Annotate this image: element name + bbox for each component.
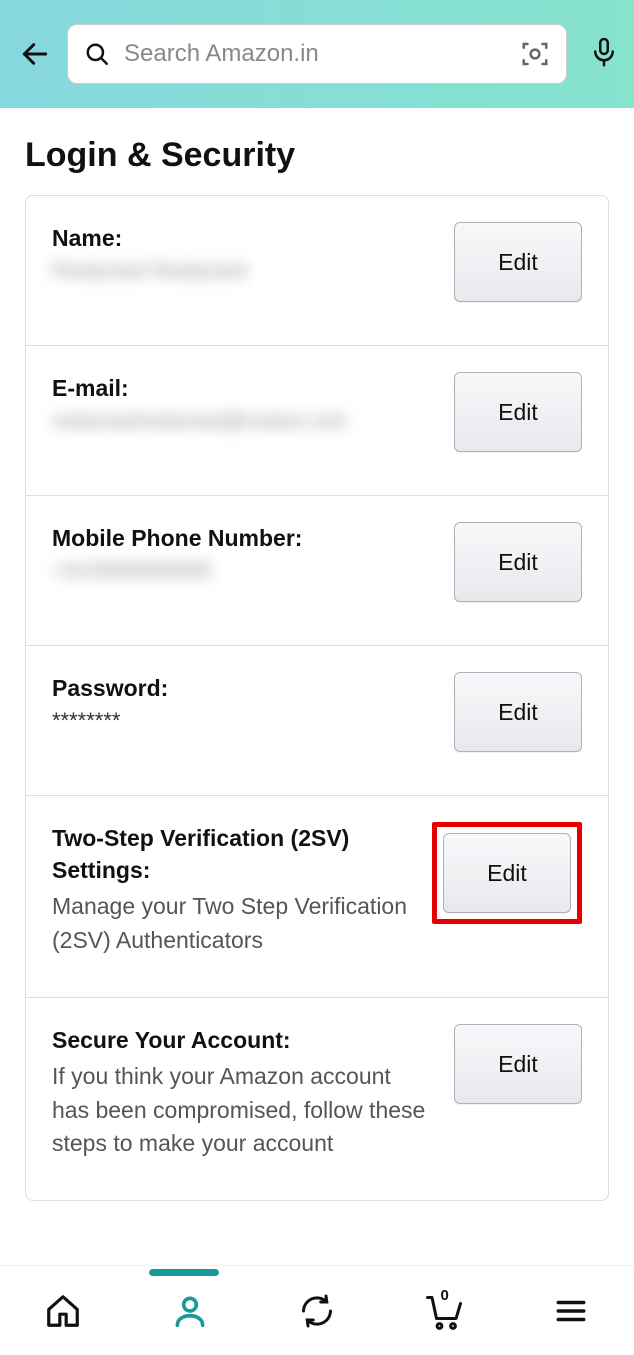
setting-row-password: Password: ******** Edit xyxy=(26,646,608,796)
settings-list: Name: Redacted Redacted Edit E-mail: red… xyxy=(25,195,609,1201)
setting-value-email: redactedredacted@redact.red xyxy=(52,408,434,434)
nav-menu[interactable] xyxy=(549,1289,593,1333)
setting-row-email: E-mail: redactedredacted@redact.red Edit xyxy=(26,346,608,496)
back-button[interactable] xyxy=(15,34,55,74)
setting-value-name: Redacted Redacted xyxy=(52,258,434,284)
search-placeholder: Search Amazon.in xyxy=(124,40,506,68)
cart-count-badge: 0 xyxy=(440,1287,448,1304)
setting-desc-2sv: Manage your Two Step Verification (2SV) … xyxy=(52,890,412,957)
bottom-nav: 0 xyxy=(0,1265,634,1355)
edit-2sv-button[interactable]: Edit xyxy=(443,833,571,913)
user-icon xyxy=(171,1292,209,1330)
nav-home[interactable] xyxy=(41,1289,85,1333)
nav-refresh[interactable] xyxy=(295,1289,339,1333)
camera-scan-icon[interactable] xyxy=(520,39,550,69)
hamburger-icon xyxy=(554,1294,588,1328)
search-bar[interactable]: Search Amazon.in xyxy=(67,24,567,84)
setting-label: Two-Step Verification (2SV) Settings: xyxy=(52,822,412,886)
nav-account[interactable] xyxy=(168,1289,212,1333)
back-arrow-icon xyxy=(19,38,51,70)
home-icon xyxy=(44,1292,82,1330)
setting-value-phone: +919999999999 xyxy=(52,558,434,584)
setting-label: Name: xyxy=(52,222,434,254)
setting-label: Mobile Phone Number: xyxy=(52,522,434,554)
page-title: Login & Security xyxy=(0,108,634,195)
edit-phone-button[interactable]: Edit xyxy=(454,522,582,602)
setting-value-password: ******** xyxy=(52,708,434,734)
setting-label: Secure Your Account: xyxy=(52,1024,434,1056)
setting-row-secure: Secure Your Account: If you think your A… xyxy=(26,998,608,1200)
nav-cart[interactable]: 0 xyxy=(422,1289,466,1333)
edit-name-button[interactable]: Edit xyxy=(454,222,582,302)
edit-password-button[interactable]: Edit xyxy=(454,672,582,752)
setting-row-2sv: Two-Step Verification (2SV) Settings: Ma… xyxy=(26,796,608,998)
edit-email-button[interactable]: Edit xyxy=(454,372,582,452)
search-icon xyxy=(84,41,110,67)
active-tab-indicator xyxy=(149,1269,219,1276)
setting-row-phone: Mobile Phone Number: +919999999999 Edit xyxy=(26,496,608,646)
setting-desc-secure: If you think your Amazon account has bee… xyxy=(52,1060,434,1160)
highlight-annotation: Edit xyxy=(432,822,582,924)
header-bar: Search Amazon.in xyxy=(0,0,634,108)
setting-label: Password: xyxy=(52,672,434,704)
edit-secure-button[interactable]: Edit xyxy=(454,1024,582,1104)
microphone-icon[interactable] xyxy=(589,34,619,74)
setting-label: E-mail: xyxy=(52,372,434,404)
setting-row-name: Name: Redacted Redacted Edit xyxy=(26,196,608,346)
refresh-icon xyxy=(299,1293,335,1329)
